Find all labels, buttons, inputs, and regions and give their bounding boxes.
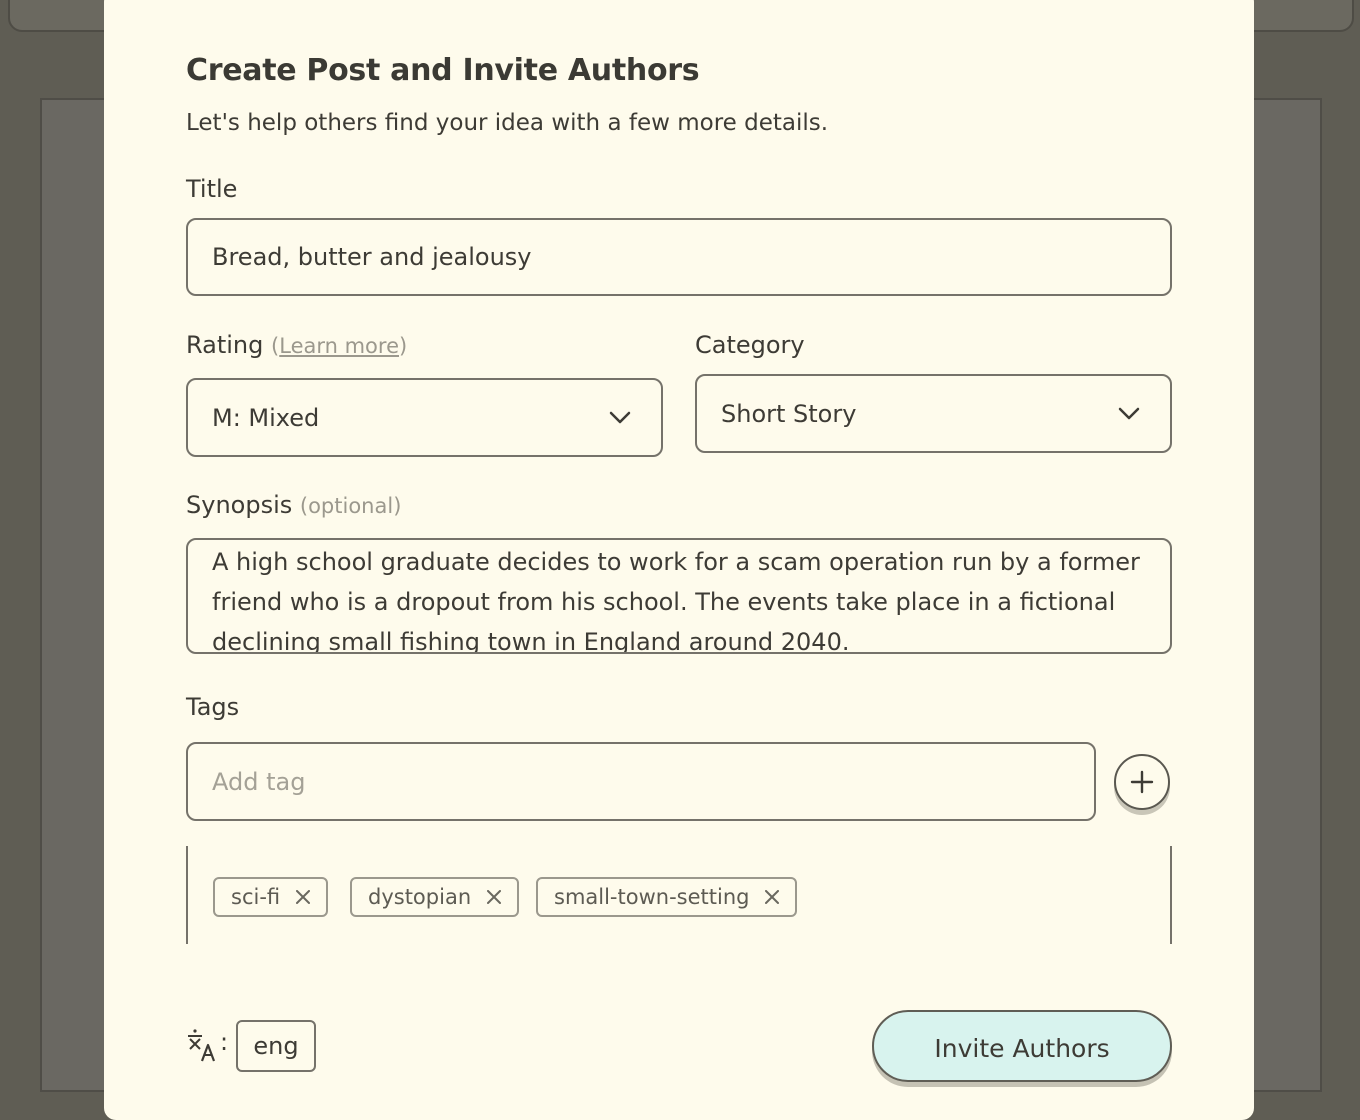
rating-learn-more-wrap: (Learn more) [271, 334, 407, 358]
category-select-value: Short Story [721, 399, 857, 428]
learn-more-link[interactable]: Learn more [279, 334, 399, 358]
plus-icon [1130, 770, 1154, 794]
tag-chip: sci-fi [213, 877, 329, 917]
synopsis-label: Synopsis [186, 491, 293, 519]
rating-select[interactable]: M: Mixed [186, 378, 663, 457]
invite-authors-button[interactable]: Invite Authors [872, 1010, 1172, 1082]
tag-input-placeholder: Add tag [212, 767, 306, 796]
close-icon[interactable] [296, 890, 311, 904]
tag-input[interactable]: Add tag [186, 742, 1096, 821]
tag-list: sci-fi dystopian small-town-setting [186, 846, 1172, 944]
tag-chip: dystopian [350, 877, 520, 917]
chevron-down-icon [1118, 407, 1140, 419]
rating-select-value: M: Mixed [212, 403, 320, 432]
tag-label: dystopian [368, 885, 472, 909]
paren-close: ) [399, 334, 408, 358]
title-input-value: Bread, butter and jealousy [212, 243, 532, 271]
language-colon: : [220, 1028, 229, 1056]
modal-title: Create Post and Invite Authors [186, 53, 700, 88]
title-label: Title [186, 175, 238, 203]
rating-label: Rating [186, 331, 264, 359]
create-post-modal: Create Post and Invite Authors Let's hel… [104, 0, 1254, 1120]
modal-subtitle: Let's help others find your idea with a … [186, 110, 829, 136]
tags-label: Tags [186, 693, 240, 721]
title-input[interactable]: Bread, butter and jealousy [186, 218, 1172, 296]
chevron-down-icon [609, 411, 631, 423]
tag-label: small-town-setting [554, 885, 750, 909]
close-icon[interactable] [765, 890, 780, 904]
synopsis-optional: (optional) [299, 494, 402, 518]
category-label: Category [695, 331, 805, 359]
tag-label: sci-fi [231, 885, 281, 909]
add-tag-button[interactable] [1114, 754, 1170, 810]
language-selector[interactable]: eng [236, 1020, 316, 1072]
close-icon[interactable] [487, 890, 502, 904]
tag-chip: small-town-setting [536, 877, 798, 917]
rating-label-group: Rating (Learn more) [186, 331, 407, 359]
synopsis-textarea[interactable]: A high school graduate decides to work f… [186, 538, 1172, 654]
category-select[interactable]: Short Story [695, 374, 1172, 453]
paren-open: ( [271, 334, 280, 358]
translate-icon [188, 1029, 216, 1062]
synopsis-label-group: Synopsis (optional) [186, 491, 401, 519]
